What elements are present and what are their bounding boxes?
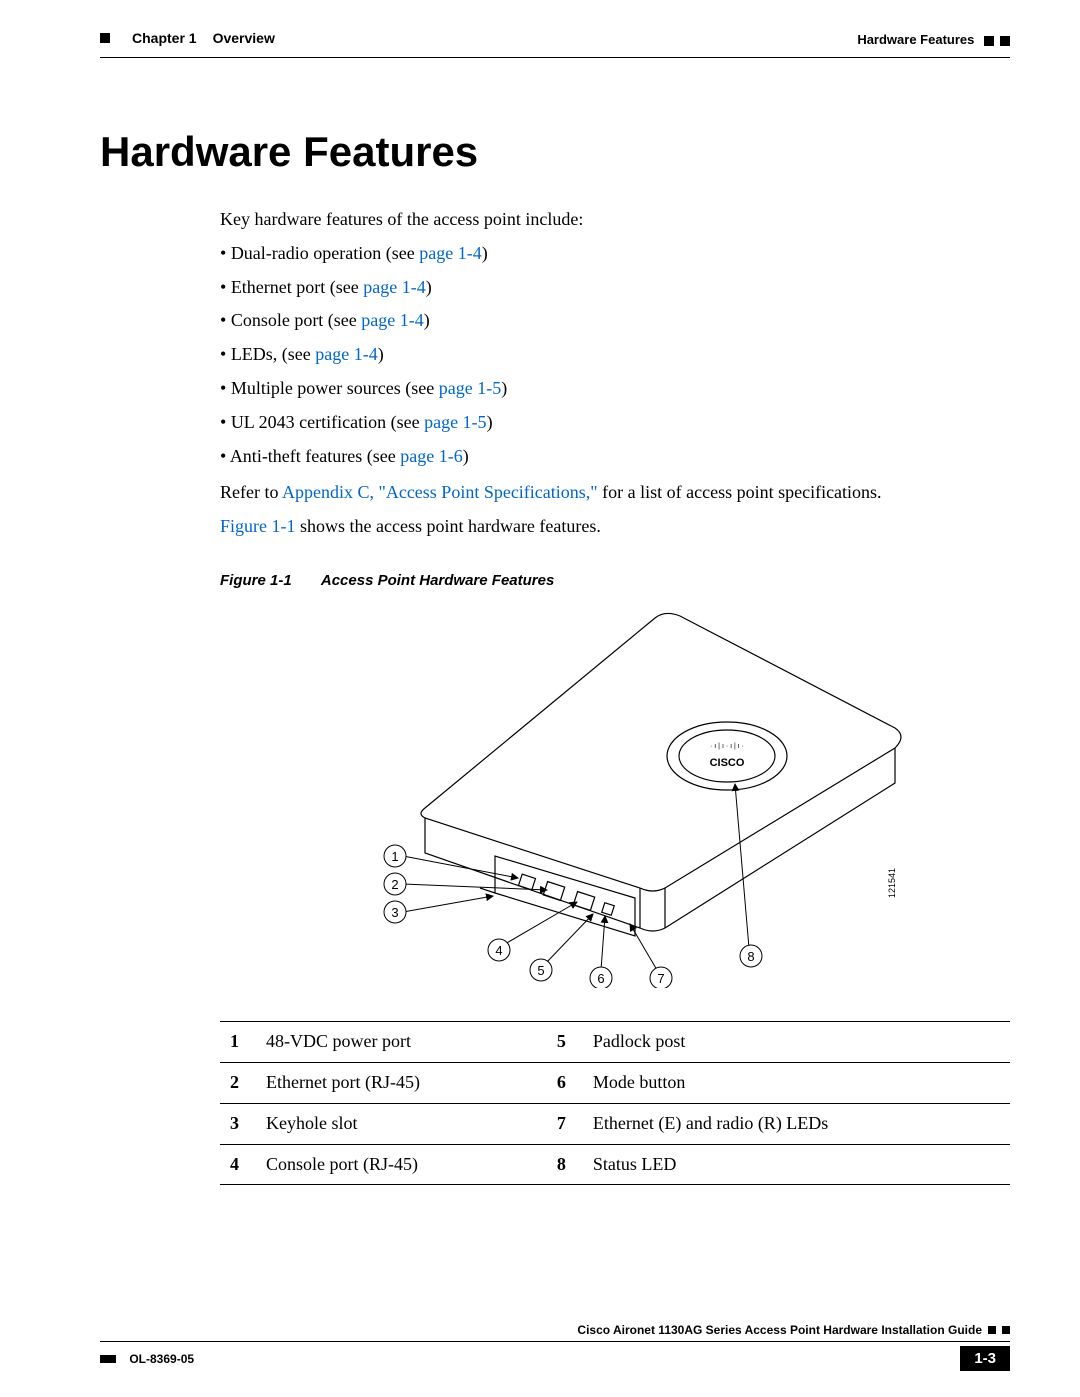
fig-ref-paragraph: Figure 1-1 shows the access point hardwa… <box>220 513 1010 541</box>
list-item: Multiple power sources (see page 1-5) <box>220 375 1010 403</box>
table-row: 4Console port (RJ-45)8Status LED <box>220 1144 1010 1185</box>
drawing-number-label: 121541 <box>887 868 897 898</box>
list-item: Anti-theft features (see page 1-6) <box>220 443 1010 471</box>
svg-text:· ı | ı · ı | ı ·: · ı | ı · ı | ı · <box>710 743 744 750</box>
page-link[interactable]: page 1-5 <box>424 412 486 432</box>
list-item: LEDs, (see page 1-4) <box>220 341 1010 369</box>
hardware-diagram: · ı | ı · ı | ı · CISCO 121541 1 <box>220 598 1010 997</box>
list-item: Dual-radio operation (see page 1-4) <box>220 240 1010 268</box>
chapter-label: Chapter 1 <box>132 30 197 46</box>
svg-text:8: 8 <box>747 949 754 964</box>
list-item: Ethernet port (see page 1-4) <box>220 274 1010 302</box>
page-number: 1-3 <box>960 1346 1010 1371</box>
chapter-title: Overview <box>213 30 275 46</box>
page-link[interactable]: page 1-6 <box>400 446 462 466</box>
page-link[interactable]: page 1-4 <box>361 310 423 330</box>
svg-text:5: 5 <box>537 963 544 978</box>
page-title: Hardware Features <box>100 128 1010 176</box>
callout-legend-table: 148-VDC power port5Padlock post2Ethernet… <box>220 1021 1010 1186</box>
link-appendix-c[interactable]: Appendix C, "Access Point Specifications… <box>282 482 598 502</box>
ref-paragraph: Refer to Appendix C, "Access Point Speci… <box>220 479 1010 507</box>
figure-caption: Figure 1-1 Access Point Hardware Feature… <box>220 569 1010 592</box>
list-item: UL 2043 certification (see page 1-5) <box>220 409 1010 437</box>
page-footer: Cisco Aironet 1130AG Series Access Point… <box>100 1323 1010 1371</box>
svg-text:CISCO: CISCO <box>710 757 745 769</box>
doc-id: OL-8369-05 <box>129 1352 194 1366</box>
page-link[interactable]: page 1-4 <box>419 243 481 263</box>
page-link[interactable]: page 1-5 <box>439 378 501 398</box>
intro-text: Key hardware features of the access poin… <box>220 206 1010 234</box>
link-figure-1-1[interactable]: Figure 1-1 <box>220 516 296 536</box>
svg-text:3: 3 <box>391 905 398 920</box>
book-title: Cisco Aironet 1130AG Series Access Point… <box>577 1323 982 1337</box>
table-row: 3Keyhole slot7Ethernet (E) and radio (R)… <box>220 1103 1010 1144</box>
page-link[interactable]: page 1-4 <box>363 277 425 297</box>
table-row: 148-VDC power port5Padlock post <box>220 1021 1010 1062</box>
list-item: Console port (see page 1-4) <box>220 307 1010 335</box>
svg-text:2: 2 <box>391 877 398 892</box>
section-name: Hardware Features <box>857 32 974 47</box>
page-header: Chapter 1 Overview Hardware Features <box>100 30 1010 51</box>
feature-list: Dual-radio operation (see page 1-4) Ether… <box>220 240 1010 471</box>
page-link[interactable]: page 1-4 <box>315 344 377 364</box>
svg-text:6: 6 <box>597 971 604 986</box>
svg-text:7: 7 <box>657 971 664 986</box>
svg-text:1: 1 <box>391 849 398 864</box>
svg-text:4: 4 <box>495 943 502 958</box>
table-row: 2Ethernet port (RJ-45)6Mode button <box>220 1062 1010 1103</box>
